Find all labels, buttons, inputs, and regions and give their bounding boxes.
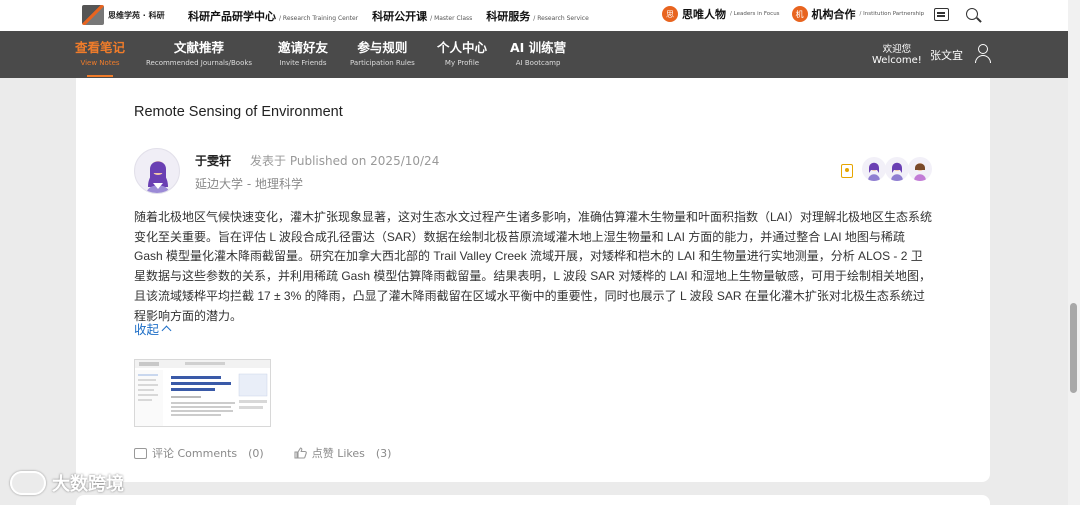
welcome-text: 欢迎您 Welcome! (872, 44, 922, 66)
attachment-thumbnail[interactable] (134, 359, 271, 427)
nav-view-notes[interactable]: 查看笔记 View Notes (75, 40, 125, 67)
liker-avatar[interactable] (885, 157, 909, 181)
top-nav-research-service[interactable]: 科研服务 / Research Service (486, 8, 589, 24)
published-date: 发表于 Published on 2025/10/24 (250, 154, 440, 168)
author-avatar[interactable] (134, 148, 180, 194)
chevron-up-icon (161, 325, 172, 336)
site-logo[interactable]: 思维学苑 · 科研 (82, 5, 165, 25)
nav-invite-friends[interactable]: 邀请好友 Invite Friends (278, 40, 328, 67)
post-body: 随着北极地区气候快速变化，灌木扩张现象显著，这对生态水文过程产生诸多影响，准确估… (134, 210, 933, 323)
top-nav: 科研产品研学中心 / Research Training Center 科研公开课… (188, 8, 589, 24)
author-name[interactable]: 于雯轩 (195, 152, 231, 169)
logo-text: 思维学苑 · 科研 (108, 10, 165, 20)
institution-icon: 机 (791, 6, 808, 22)
comment-icon (134, 447, 147, 459)
search-icon[interactable] (966, 8, 978, 20)
post-card: Remote Sensing of Environment 于雯轩 发表于 Pu… (76, 78, 990, 482)
nav-ai-bootcamp[interactable]: AI 训练营 AI Bootcamp (510, 40, 566, 67)
top-bar: 思维学苑 · 科研 科研产品研学中心 / Research Training Ce… (0, 0, 1080, 31)
notes-icon[interactable] (934, 8, 949, 21)
user-name[interactable]: 张文宜 (930, 47, 963, 63)
top-right-links: 思 思唯人物 / Leaders in Focus 机 机构合作 / Institu… (662, 6, 924, 22)
liker-avatar[interactable] (862, 157, 886, 181)
top-link-leaders[interactable]: 思 思唯人物 / Leaders in Focus (662, 6, 780, 22)
journal-title: Remote Sensing of Environment (134, 104, 343, 120)
comments-button[interactable]: 评论 Comments (0) (134, 445, 264, 461)
watermark-logo-icon (10, 471, 46, 495)
user-icon[interactable] (975, 44, 991, 64)
post-actions: 评论 Comments (0) 点赞 Likes (3) (134, 445, 391, 461)
page-scrollbar[interactable] (1068, 0, 1080, 505)
scrollbar-thumb[interactable] (1070, 303, 1077, 393)
watermark: 大数跨境 (10, 470, 124, 496)
nav-participation-rules[interactable]: 参与规则 Participation Rules (350, 40, 415, 67)
nav-recommended[interactable]: 文献推荐 Recommended Journals/Books (146, 40, 252, 67)
top-link-institution[interactable]: 机 机构合作 / Institution Partnership (791, 6, 924, 22)
next-post-card (76, 495, 990, 505)
author-affiliation: 延边大学 - 地理科学 (195, 177, 303, 191)
nav-my-profile[interactable]: 个人中心 My Profile (437, 40, 487, 67)
thumbs-up-icon (294, 447, 307, 459)
main-nav: 查看笔记 View Notes 文献推荐 Recommended Journal… (0, 31, 1080, 78)
medal-icon (841, 164, 853, 178)
liker-avatar[interactable] (908, 157, 932, 181)
top-nav-master-class[interactable]: 科研公开课 / Master Class (372, 8, 472, 24)
collapse-button[interactable]: 收起 (134, 319, 172, 338)
top-nav-research-training[interactable]: 科研产品研学中心 / Research Training Center (188, 8, 358, 24)
likes-button[interactable]: 点赞 Likes (3) (294, 445, 391, 461)
logo-mark-icon (82, 5, 104, 25)
leaders-icon: 思 (662, 6, 678, 22)
